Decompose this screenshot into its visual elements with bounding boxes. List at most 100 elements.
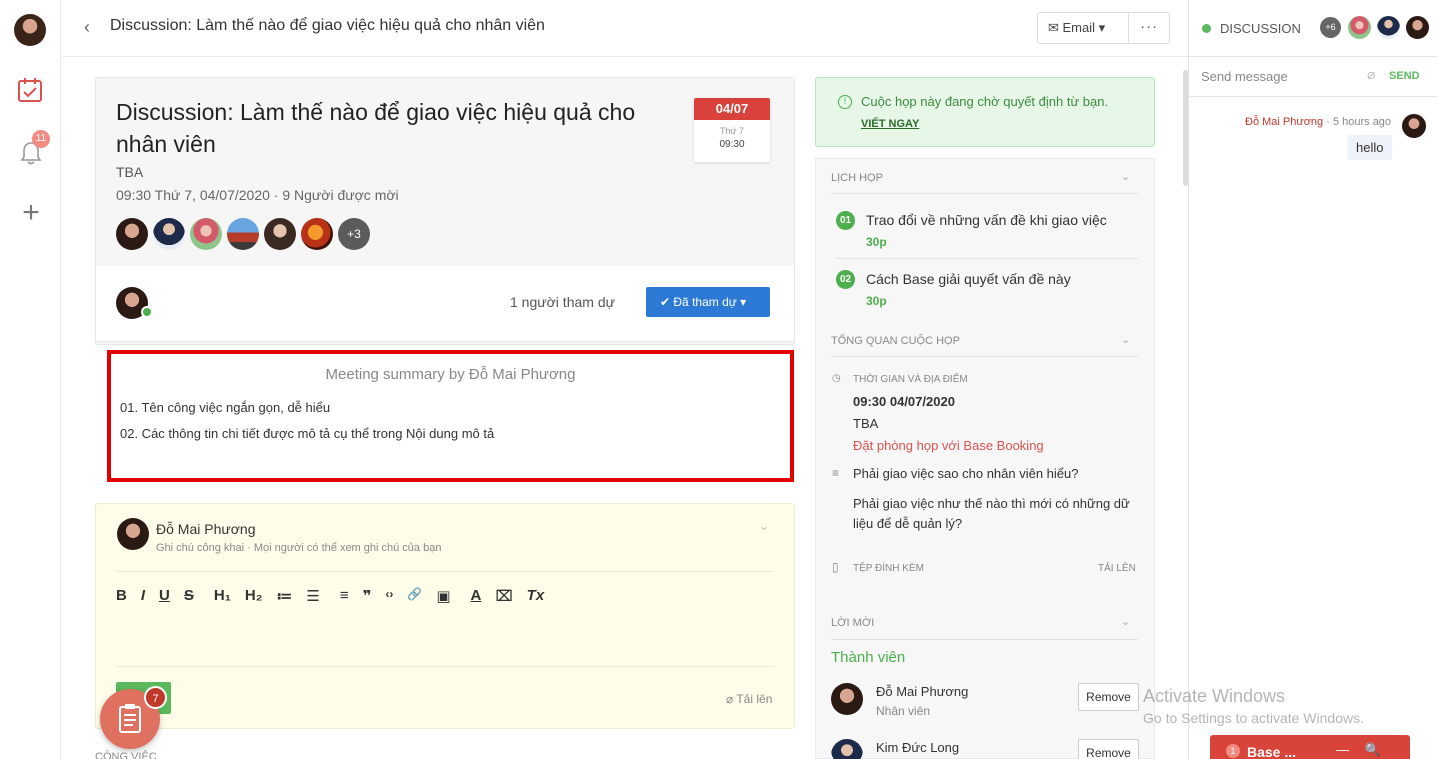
divider — [831, 193, 1138, 194]
time-place-label: THỜI GIAN VÀ ĐỊA ĐIỂM — [853, 374, 968, 385]
meeting-location-detail: TBA — [853, 416, 879, 431]
summary-item: 01. Tên công việc ngắn gọn, dễ hiểu — [120, 400, 331, 415]
avatar[interactable] — [1406, 16, 1429, 39]
highlight-icon[interactable]: ⌧ — [495, 587, 512, 605]
activate-windows-title: Activate Windows — [1143, 686, 1286, 706]
attendance-bar: 1 người tham dự ✔ Đã tham dự ▾ — [95, 266, 795, 342]
check-status-icon — [141, 306, 153, 318]
members-header: Thành viên — [831, 649, 906, 666]
add-icon[interactable]: + — [18, 198, 44, 228]
agenda-item-title[interactable]: Trao đổi về những vấn đề khi giao việc — [866, 212, 1107, 228]
alert-message: Cuộc họp này đang chờ quyết định từ bạn. — [861, 94, 1109, 109]
more-invitees-badge[interactable]: +3 — [338, 218, 370, 250]
decision-alert: ! Cuộc họp này đang chờ quyết định từ bạ… — [815, 77, 1155, 147]
tasks-section-label: CÔNG VIỆC — [95, 751, 157, 759]
avatar[interactable] — [153, 218, 185, 250]
upload-label: Tải lên — [736, 692, 773, 706]
note-visibility: Ghi chú công khai · Mọi người có thể xem… — [156, 542, 442, 554]
underline-icon[interactable]: U — [159, 587, 170, 605]
meeting-datetime-detail: 09:30 04/07/2020 — [853, 394, 955, 409]
discussion-title: DISCUSSION — [1220, 21, 1301, 36]
clear-format-icon[interactable]: Tx — [527, 587, 545, 605]
heading2-icon[interactable]: H₂ — [245, 587, 263, 605]
invitations-header: LỜI MỜI — [831, 617, 875, 629]
avatar[interactable] — [116, 218, 148, 250]
agenda-number: 02 — [836, 270, 855, 289]
italic-icon[interactable]: I — [141, 587, 145, 605]
divider — [831, 356, 1138, 357]
divider — [1189, 96, 1437, 97]
link-icon[interactable]: 🔗 — [407, 587, 422, 605]
message-input[interactable]: Send message — [1201, 69, 1288, 84]
bullet-list-icon[interactable]: ☰ — [306, 587, 319, 605]
message-time: · 5 hours ago — [1323, 116, 1392, 128]
chevron-down-icon[interactable]: ⌄ — [1121, 615, 1130, 628]
strikethrough-icon[interactable]: S — [184, 587, 194, 605]
chevron-left-icon[interactable]: ‹ — [84, 17, 90, 38]
clock-icon: ◷ — [832, 373, 841, 384]
avatar[interactable] — [1348, 16, 1371, 39]
booking-link[interactable]: Đặt phòng họp với Base Booking — [853, 438, 1044, 453]
mail-icon: ✉ — [1048, 20, 1063, 35]
avatar — [831, 683, 863, 715]
divider — [116, 571, 774, 572]
avatar[interactable] — [301, 218, 333, 250]
avatar[interactable] — [227, 218, 259, 250]
heading1-icon[interactable]: H₁ — [214, 587, 231, 605]
agenda-header: LỊCH HỌP — [831, 172, 883, 184]
code-icon[interactable]: ‹› — [385, 587, 393, 605]
more-options-button[interactable]: ··· — [1129, 13, 1169, 43]
upload-link[interactable]: ⌀ Tải lên — [726, 692, 772, 706]
write-now-link[interactable]: VIẾT NGAY — [861, 118, 919, 130]
avatar[interactable] — [190, 218, 222, 250]
chevron-down-icon[interactable]: ⌄ — [1121, 333, 1130, 346]
image-icon[interactable]: ▣ — [436, 587, 450, 605]
description-question-cont: liệu để dễ quản lý? — [853, 516, 963, 531]
email-label: Email — [1062, 20, 1096, 35]
remove-member-button[interactable]: Remove — [1078, 739, 1139, 759]
agenda-item-title[interactable]: Cách Base giải quyết vấn đề này — [866, 271, 1071, 287]
window-controls-icons[interactable]: — 🔍 ⤢ — [1336, 742, 1410, 759]
member-name: Kim Đức Long — [876, 740, 960, 755]
divider — [836, 258, 1138, 259]
remove-member-button[interactable]: Remove — [1078, 683, 1139, 711]
align-icon[interactable]: ≡ — [340, 587, 349, 605]
meeting-summary: Meeting summary by Đỗ Mai Phương 01. Tên… — [107, 350, 794, 482]
upload-attachment-link[interactable]: TẢI LÊN — [1098, 563, 1136, 574]
divider — [831, 639, 1138, 640]
description-question: Phải giao việc sao cho nhân viên hiểu? — [853, 466, 1079, 481]
base-minimized-chat[interactable]: 1 Base ... — 🔍 ⤢ — [1210, 735, 1410, 759]
agenda-item-duration: 30p — [866, 235, 887, 249]
member-role: Nhân viên — [876, 704, 931, 718]
message-author[interactable]: Đỗ Mai Phương — [1245, 116, 1323, 128]
text-color-icon[interactable]: A — [471, 587, 482, 605]
user-avatar[interactable] — [14, 14, 46, 46]
tasks-count-badge: 7 — [144, 686, 167, 709]
chevron-down-icon[interactable]: ⌄ — [759, 519, 769, 533]
attachments-label: TỆP ĐÍNH KÈM — [853, 563, 924, 574]
editor-toolbar: B I U S H₁ H₂ ≔ ☰ ≡ ❞ ‹› 🔗 ▣ A ⌧ Tx — [116, 587, 558, 605]
quote-icon[interactable]: ❞ — [363, 587, 372, 605]
date-badge-time: 09:30 — [719, 139, 745, 150]
calendar-check-icon[interactable] — [17, 77, 43, 103]
paperclip-icon: ⌀ — [726, 692, 737, 706]
more-participants-badge[interactable]: +6 — [1320, 17, 1341, 38]
agenda-item-duration: 30p — [866, 294, 887, 308]
send-button[interactable]: SEND — [1389, 70, 1420, 82]
bold-icon[interactable]: B — [116, 587, 127, 605]
chevron-down-icon[interactable]: ⌄ — [1121, 170, 1130, 183]
info-icon: ! — [838, 95, 852, 109]
paperclip-icon[interactable]: ⌀ — [1367, 66, 1375, 83]
avatar[interactable] — [1377, 16, 1400, 39]
avatar[interactable] — [264, 218, 296, 250]
email-button[interactable]: ✉ Email ▾ — [1038, 13, 1130, 43]
meeting-details-panel: LỊCH HỌP ⌄ 01 Trao đổi về những vấn đề k… — [815, 158, 1155, 759]
note-author: Đỗ Mai Phương — [156, 521, 256, 537]
ordered-list-icon[interactable]: ≔ — [276, 587, 292, 605]
attended-dropdown-button[interactable]: ✔ Đã tham dự ▾ — [646, 287, 770, 317]
page-title: Discussion: Làm thế nào để giao việc hiệ… — [110, 17, 545, 34]
summary-item: 02. Các thông tin chi tiết được mô tả cụ… — [120, 426, 495, 441]
agenda-number: 01 — [836, 211, 855, 230]
file-icon: ▯ — [832, 560, 839, 574]
caret-down-icon: ▾ — [1095, 20, 1106, 35]
